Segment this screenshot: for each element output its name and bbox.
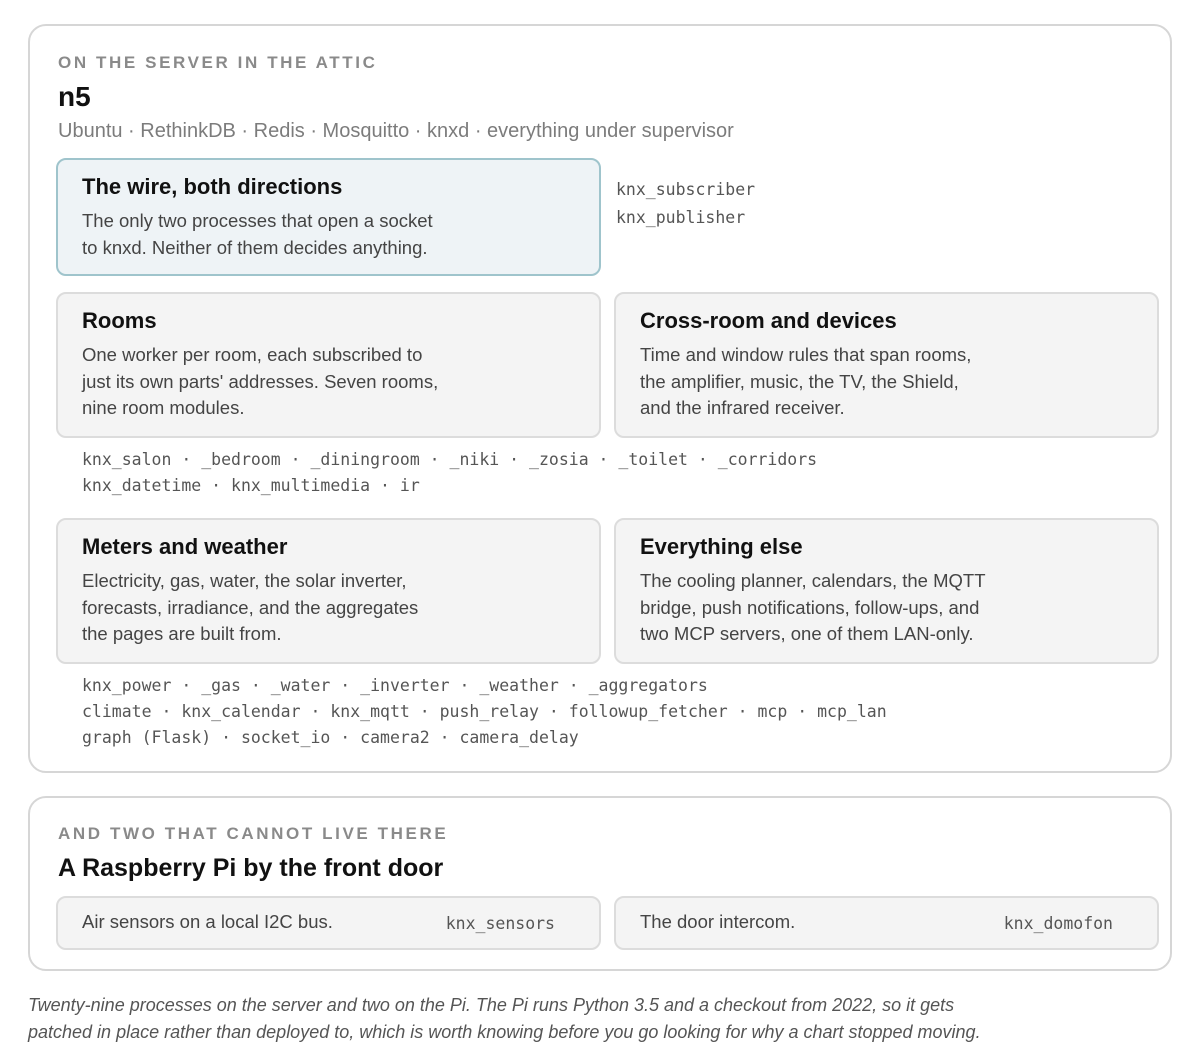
rooms-line-1: One worker per room, each subscribed to (82, 344, 423, 365)
cross-room-line-3: and the infrared receiver. (640, 397, 845, 418)
cross-room-description: Time and window rules that span rooms, t… (640, 342, 1040, 422)
everything-else-group: Everything else The cooling planner, cal… (614, 518, 1159, 664)
pi-item-sensors: Air sensors on a local I2C bus. knx_sens… (56, 896, 601, 950)
meters-title: Meters and weather (82, 534, 288, 559)
cross-room-line-2: the amplifier, music, the TV, the Shield… (640, 370, 959, 392)
pi-item-intercom: The door intercom. knx_domofon (614, 896, 1159, 950)
meters-process-list-1: knx_power · _gas · _water · _inverter · … (82, 676, 708, 695)
wire-group: The wire, both directions The only two p… (56, 158, 601, 276)
meters-line-2: forecasts, irradiance, and the aggregate… (82, 596, 419, 618)
wire-description: The only two processes that open a socke… (82, 208, 482, 261)
everything-else-line-2: bridge, push notifications, follow-ups, … (640, 596, 980, 618)
meters-process-list-3: graph (Flask) · socket_io · camera2 · ca… (82, 728, 579, 747)
meters-group: Meters and weather Electricity, gas, wat… (56, 518, 601, 664)
pi-title: A Raspberry Pi by the front door (58, 854, 444, 882)
footnote-caption: Twenty-nine processes on the server and … (28, 992, 1158, 1045)
wire-line-1: The only two processes that open a socke… (82, 210, 433, 231)
intercom-description: The door intercom. (640, 911, 796, 932)
server-eyebrow: ON THE SERVER IN THE ATTIC (58, 53, 378, 72)
rooms-process-list-2: knx_datetime · knx_multimedia · ir (82, 476, 420, 495)
rooms-process-list-1: knx_salon · _bedroom · _diningroom · _ni… (82, 450, 818, 469)
cross-room-line-1: Time and window rules that span rooms, (640, 344, 972, 365)
rooms-line-2: just its own parts' addresses. Seven roo… (82, 370, 439, 392)
sensors-description: Air sensors on a local I2C bus. (82, 911, 333, 932)
server-hostname: n5 (58, 81, 91, 112)
server-panel: ON THE SERVER IN THE ATTIC n5 Ubuntu · R… (28, 24, 1172, 773)
meters-description: Electricity, gas, water, the solar inver… (82, 568, 482, 648)
everything-else-title: Everything else (640, 534, 803, 559)
meters-line-1: Electricity, gas, water, the solar inver… (82, 570, 407, 591)
server-stack: Ubuntu · RethinkDB · Redis · Mosquitto ·… (58, 120, 734, 142)
meters-process-list-2: climate · knx_calendar · knx_mqtt · push… (82, 702, 887, 721)
process-knx-domofon: knx_domofon (1003, 914, 1113, 933)
wire-title: The wire, both directions (82, 174, 343, 199)
process-knx-sensors: knx_sensors (445, 914, 555, 933)
rooms-title: Rooms (82, 308, 157, 333)
pi-panel: AND TWO THAT CANNOT LIVE THERE A Raspber… (28, 796, 1172, 971)
process-knx-subscriber: knx_subscriber (616, 180, 756, 199)
everything-else-line-1: The cooling planner, calendars, the MQTT (640, 570, 986, 591)
pi-eyebrow: AND TWO THAT CANNOT LIVE THERE (58, 824, 449, 843)
rooms-line-3: nine room modules. (82, 397, 245, 418)
caption-line-2: patched in place rather than deployed to… (28, 1021, 981, 1042)
rooms-group: Rooms One worker per room, each subscrib… (56, 292, 601, 438)
rooms-description: One worker per room, each subscribed to … (82, 342, 482, 422)
everything-else-line-3: two MCP servers, one of them LAN-only. (640, 623, 974, 644)
caption-line-1: Twenty-nine processes on the server and … (28, 995, 955, 1015)
everything-else-description: The cooling planner, calendars, the MQTT… (640, 568, 1040, 648)
process-knx-publisher: knx_publisher (616, 208, 746, 227)
cross-room-group: Cross-room and devices Time and window r… (614, 292, 1159, 438)
wire-line-2: to knxd. Neither of them decides anythin… (82, 236, 428, 258)
meters-line-3: the pages are built from. (82, 623, 282, 644)
wire-processes: knx_subscriber knx_publisher (616, 176, 755, 232)
cross-room-title: Cross-room and devices (640, 308, 897, 333)
